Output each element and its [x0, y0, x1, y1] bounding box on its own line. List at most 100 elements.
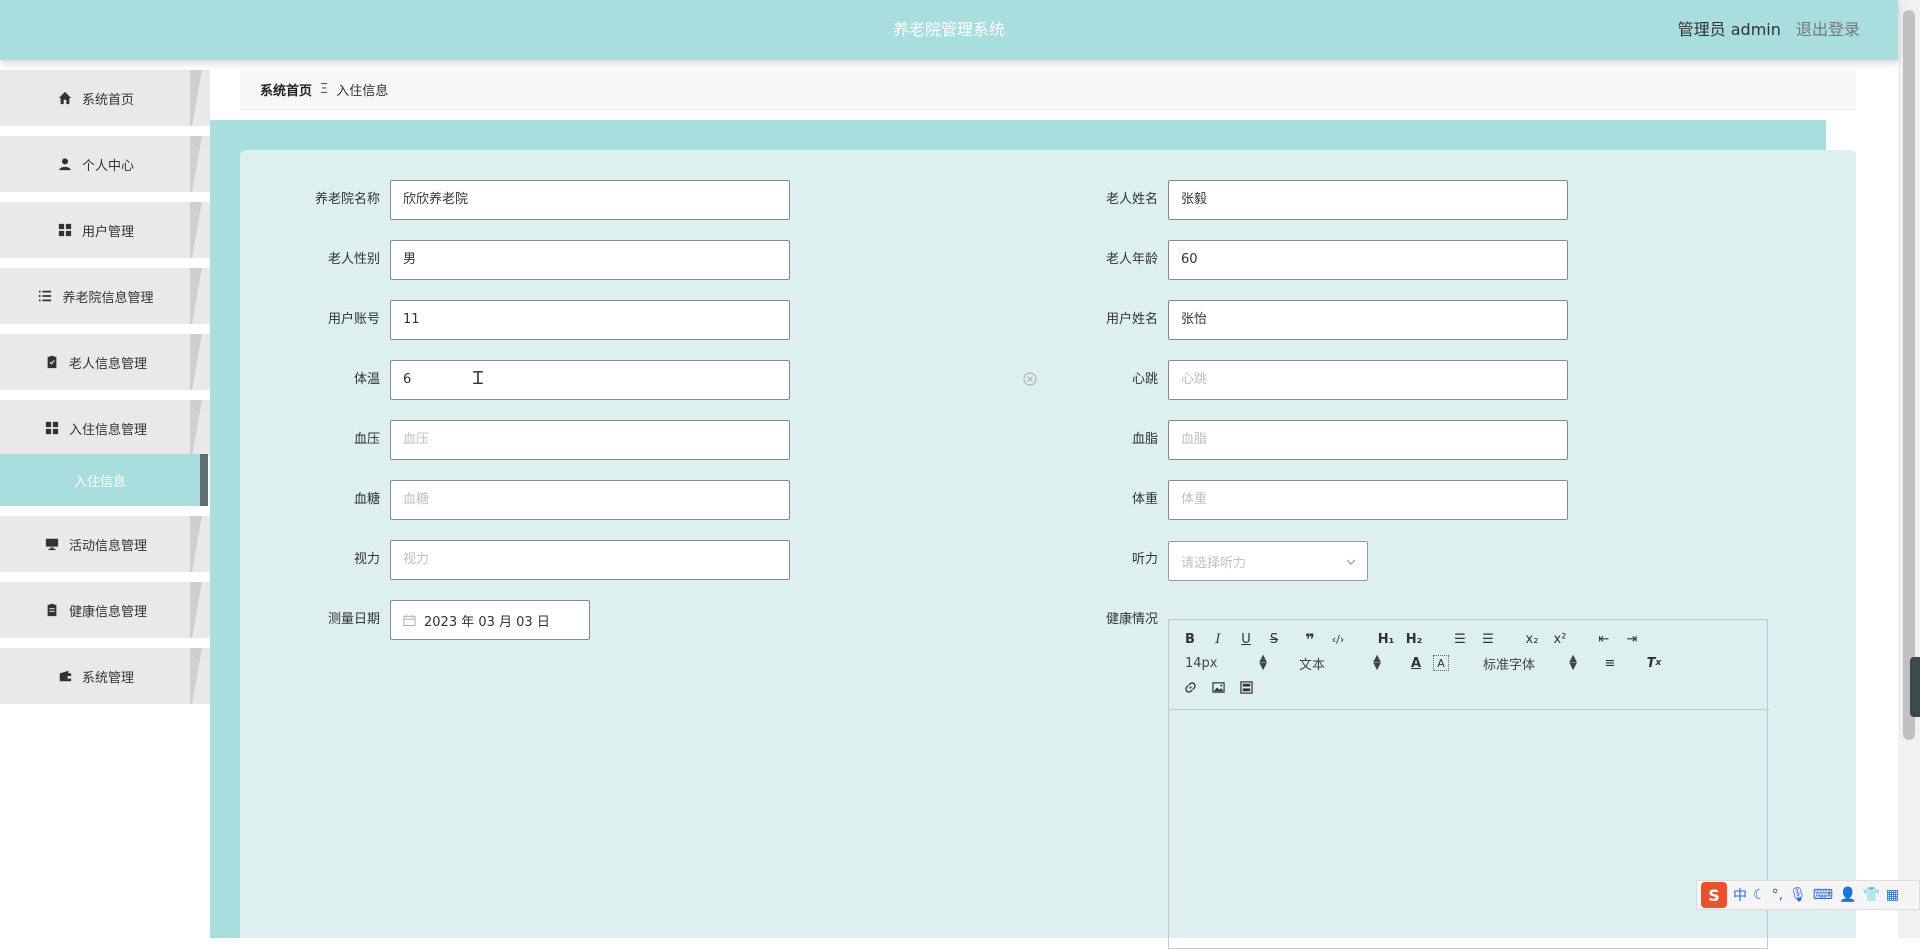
breadcrumb-home[interactable]: 系统首页: [260, 80, 312, 99]
user-account-input[interactable]: 11: [390, 300, 790, 340]
sidebar-item-elders[interactable]: 老人信息管理: [0, 334, 210, 390]
sidebar-item-checkin-info[interactable]: 入住信息: [0, 454, 210, 506]
background-color-icon[interactable]: A: [1433, 655, 1449, 671]
code-icon[interactable]: ‹/›: [1327, 628, 1349, 650]
nursing-home-name-input[interactable]: 欣欣养老院: [390, 180, 790, 220]
sidebar-item-profile[interactable]: 个人中心: [0, 136, 210, 192]
temperature-label: 体温: [353, 372, 380, 387]
video-icon[interactable]: [1235, 676, 1257, 698]
side-tab-handle[interactable]: [1910, 657, 1920, 717]
blood-lipid-input[interactable]: 血脂: [1168, 420, 1568, 460]
sidebar-item-home[interactable]: 系统首页: [0, 70, 210, 126]
elder-gender-label: 老人性别: [327, 252, 380, 267]
scrollbar-thumb[interactable]: [1903, 10, 1915, 740]
ime-toolbar: S 中 ☾ °, 🎙 ⌨ 👤 👕 ▦: [1696, 880, 1920, 910]
updown-icon: ▲ ▼: [1569, 653, 1577, 672]
sidebar-item-label: 个人中心: [81, 158, 134, 174]
elder-name-input[interactable]: 张毅: [1168, 180, 1568, 220]
subscript-icon[interactable]: x₂: [1521, 628, 1543, 650]
grid-icon: [45, 421, 59, 435]
outdent-icon[interactable]: ⇤: [1593, 628, 1615, 650]
quote-icon[interactable]: ❞: [1299, 628, 1321, 650]
superscript-icon[interactable]: x²: [1549, 628, 1571, 650]
user-icon[interactable]: 👤: [1839, 887, 1856, 903]
grid-icon[interactable]: ▦: [1886, 887, 1899, 903]
sidebar: 系统首页 个人中心 用户管理 养老院信息管理 老人信息管理 入住信息管理 入住信…: [0, 60, 210, 938]
font-family-picker[interactable]: 标准字体 ▲ ▼: [1483, 652, 1577, 674]
sidebar-item-health[interactable]: 健康信息管理: [0, 582, 210, 638]
monitor-icon: [45, 538, 59, 551]
user-account-label: 用户账号: [327, 312, 380, 327]
text-cursor-icon: Ɪ: [473, 368, 484, 389]
blood-sugar-label: 血糖: [353, 492, 380, 507]
heading2-icon[interactable]: H₂: [1403, 628, 1425, 650]
link-icon[interactable]: [1179, 676, 1201, 698]
moon-icon[interactable]: ☾: [1753, 887, 1766, 903]
admin-label: 管理员 admin: [1677, 20, 1781, 39]
ordered-list-icon[interactable]: ☰: [1449, 628, 1471, 650]
font-size-picker[interactable]: 14px ▲ ▼: [1185, 652, 1267, 674]
breadcrumb-current: 入住信息: [336, 84, 389, 99]
underline-icon[interactable]: U: [1235, 628, 1257, 650]
sidebar-item-users[interactable]: 用户管理: [0, 202, 210, 258]
font-color-icon[interactable]: A: [1405, 652, 1427, 674]
microphone-icon[interactable]: 🎙: [1789, 887, 1807, 903]
list-icon: [39, 290, 52, 302]
heartbeat-input[interactable]: 心跳: [1168, 360, 1568, 400]
sogou-logo-icon[interactable]: S: [1701, 882, 1727, 908]
heading1-icon[interactable]: H₁: [1375, 628, 1397, 650]
bullet-list-icon[interactable]: ☰: [1477, 628, 1499, 650]
bold-icon[interactable]: B: [1179, 628, 1201, 650]
sidebar-item-label: 养老院信息管理: [62, 290, 154, 306]
heartbeat-label: 心跳: [1131, 372, 1158, 387]
sidebar-item-label: 入住信息管理: [68, 422, 147, 438]
temperature-input[interactable]: 6: [390, 360, 790, 400]
sidebar-item-activities[interactable]: 活动信息管理: [0, 516, 210, 572]
logout-link[interactable]: 退出登录: [1796, 20, 1860, 39]
grid-icon: [58, 223, 72, 237]
blood-pressure-label: 血压: [353, 432, 380, 447]
indent-icon[interactable]: ⇥: [1621, 628, 1643, 650]
align-icon[interactable]: ≡: [1599, 652, 1621, 674]
font-size-value: 14px: [1185, 655, 1218, 671]
punctuation-icon[interactable]: °,: [1772, 887, 1783, 903]
clear-format-icon[interactable]: Tx: [1643, 652, 1665, 674]
weight-input[interactable]: 体重: [1168, 480, 1568, 520]
keyboard-icon[interactable]: ⌨: [1813, 887, 1833, 903]
sidebar-item-label: 活动信息管理: [68, 538, 147, 554]
calendar-icon: [403, 614, 416, 626]
blood-sugar-input[interactable]: 血糖: [390, 480, 790, 520]
ime-lang-toggle[interactable]: 中: [1733, 885, 1747, 905]
elder-age-input[interactable]: 60: [1168, 240, 1568, 280]
user-icon: [59, 158, 71, 171]
breadcrumb-separator: Ξ: [320, 82, 329, 97]
shirt-icon[interactable]: 👕: [1862, 887, 1879, 903]
vision-input[interactable]: 视力: [390, 540, 790, 580]
updown-icon: ▲ ▼: [1259, 653, 1267, 672]
health-editor[interactable]: B I U S ❞ ‹/› H₁ H₂ ☰ ☰ x₂ x² ⇤ ⇥ 14px ▲…: [1168, 619, 1769, 949]
page-scrollbar[interactable]: [1898, 0, 1920, 938]
user-name-label: 用户姓名: [1105, 312, 1158, 327]
sidebar-item-nursing-home[interactable]: 养老院信息管理: [0, 268, 210, 324]
sidebar-item-checkin-management[interactable]: 入住信息管理: [0, 400, 210, 456]
elder-gender-input[interactable]: 男: [390, 240, 790, 280]
user-name-input[interactable]: 张怡: [1168, 300, 1568, 340]
sidebar-item-system[interactable]: 系统管理: [0, 648, 210, 704]
user-area: 管理员 admin 退出登录: [1678, 0, 1860, 60]
elder-name-label: 老人姓名: [1105, 192, 1158, 207]
measure-date-picker[interactable]: 2023 年 03 月 03 日: [390, 600, 590, 640]
updown-icon: ▲ ▼: [1373, 653, 1381, 672]
sidebar-item-label: 系统首页: [81, 92, 134, 108]
hearing-select[interactable]: 请选择听力: [1168, 541, 1368, 581]
image-icon[interactable]: [1207, 676, 1229, 698]
text-type-picker[interactable]: 文本 ▲ ▼: [1299, 652, 1381, 674]
clear-icon[interactable]: [1023, 372, 1037, 386]
sidebar-item-label: 系统管理: [81, 670, 134, 686]
weight-label: 体重: [1131, 492, 1158, 507]
editor-toolbar: B I U S ❞ ‹/› H₁ H₂ ☰ ☰ x₂ x² ⇤ ⇥ 14px ▲…: [1169, 620, 1769, 710]
italic-icon[interactable]: I: [1207, 628, 1229, 650]
home-icon: [58, 91, 72, 105]
blood-pressure-input[interactable]: 血压: [390, 420, 790, 460]
strikethrough-icon[interactable]: S: [1263, 628, 1285, 650]
hearing-placeholder: 请选择听力: [1181, 555, 1247, 571]
